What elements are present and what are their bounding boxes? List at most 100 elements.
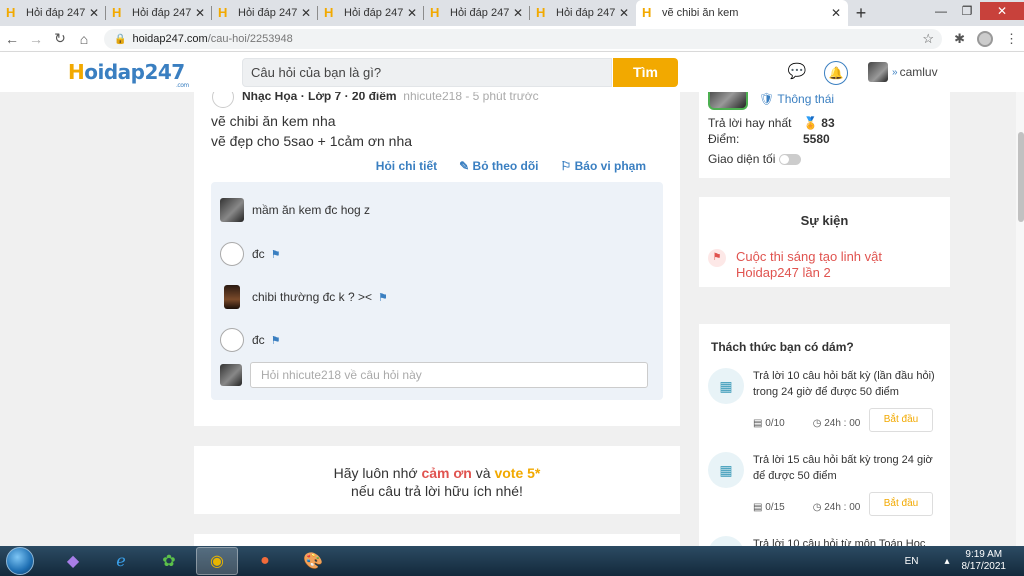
url-host: hoidap247.com: [132, 33, 208, 45]
comment-item: mầm ăn kem đc hog z: [220, 198, 370, 222]
best-answers-value: 🏅 83: [803, 116, 835, 130]
clock[interactable]: 9:19 AM 8/17/2021: [962, 549, 1007, 573]
clock-date: 8/17/2021: [961, 561, 1007, 572]
chat-icon[interactable]: 💬: [785, 61, 809, 85]
user-menu[interactable]: » camluv: [868, 62, 938, 82]
browser-tab[interactable]: H Hỏi đáp 247 - ✕: [424, 0, 530, 26]
flag-icon: ⚑: [708, 249, 726, 267]
avatar[interactable]: [708, 92, 748, 110]
start-button[interactable]: [6, 547, 34, 575]
grade-label[interactable]: Lớp 7: [308, 92, 341, 103]
close-icon[interactable]: ✕: [194, 6, 206, 20]
site-favicon-icon: H: [642, 5, 652, 20]
clock-time: 9:19 AM: [965, 549, 1003, 560]
close-icon[interactable]: ✕: [300, 6, 312, 20]
scrollbar-thumb[interactable]: [1018, 132, 1024, 222]
reload-icon[interactable]: ↻: [48, 30, 72, 47]
event-label: Cuộc thi sáng tạo linh vật Hoidap247 lần…: [736, 249, 882, 280]
grid-icon: ▦: [708, 368, 744, 404]
url-field[interactable]: 🔒 hoidap247.com/cau-hoi/2253948 ☆: [104, 29, 942, 49]
avatar[interactable]: [220, 198, 244, 222]
chrome-icon[interactable]: ◉: [196, 547, 238, 575]
question-actions: Hỏi chi tiết ✎ Bỏ theo dõi ⚐ Báo vi phạm: [376, 159, 646, 173]
search-input[interactable]: Câu hỏi của bạn là gì?: [242, 58, 612, 87]
paint-palette-icon[interactable]: 🎨: [292, 547, 334, 575]
browser-tab[interactable]: H Hỏi đáp 247 - ✕: [106, 0, 212, 26]
tray-arrow-icon[interactable]: ▴: [944, 556, 949, 567]
subject-label[interactable]: Nhạc Họa: [242, 92, 297, 103]
browser-tab[interactable]: H Hỏi đáp 247 - ✕: [318, 0, 424, 26]
unfollow-link[interactable]: ✎ Bỏ theo dõi: [459, 159, 538, 173]
bell-icon[interactable]: 🔔: [824, 61, 848, 85]
flag-icon[interactable]: ⚑: [378, 291, 388, 304]
internet-explorer-icon[interactable]: ℯ: [100, 547, 142, 575]
minimize-icon[interactable]: —: [928, 2, 954, 20]
subject-icon: [212, 92, 234, 108]
close-icon[interactable]: ✕: [406, 6, 418, 20]
lock-icon: 🔒: [114, 33, 127, 45]
bookmark-star-icon[interactable]: ☆: [922, 31, 934, 47]
dark-mode-toggle[interactable]: [779, 154, 802, 166]
question-meta: Nhạc Họa · Lớp 7 · 20 điểm nhicute218 - …: [212, 92, 539, 108]
browser-tab-active[interactable]: Hvẽ chibi ăn kem ✕: [636, 0, 848, 26]
avatar[interactable]: [220, 328, 244, 352]
event-item[interactable]: ⚑ Cuộc thi sáng tạo linh vật Hoidap247 l…: [708, 249, 944, 281]
menu-icon[interactable]: ⋮: [1005, 31, 1018, 47]
search-button[interactable]: Tìm: [613, 58, 678, 87]
comment-text: chibi thường đc k ? ><: [252, 290, 372, 304]
window-close-icon[interactable]: ✕: [980, 2, 1024, 20]
close-icon[interactable]: ✕: [512, 6, 524, 20]
close-icon[interactable]: ✕: [830, 6, 842, 20]
tab-title: Hỏi đáp 247 -: [450, 7, 512, 19]
site-logo[interactable]: Hoidap247 .com: [68, 60, 189, 89]
logo-suffix: .com: [176, 82, 189, 89]
thanks-text: cảm ơn: [421, 465, 472, 481]
site-favicon-icon: H: [430, 5, 440, 20]
app-green-icon[interactable]: ✿: [148, 547, 190, 575]
grid-icon: ▦: [708, 536, 744, 546]
flag-icon[interactable]: ⚑: [271, 248, 281, 261]
timer-value: 24h : 00: [824, 502, 861, 513]
timer: ◷ 24h : 00: [812, 502, 861, 513]
grid-icon: ▦: [708, 452, 744, 488]
avatar[interactable]: [224, 285, 240, 309]
extensions-icon[interactable]: ✱: [954, 31, 965, 47]
challenge-text: Trả lời 10 câu hỏi từ môn Toán Học: [753, 538, 926, 546]
forward-icon[interactable]: →: [24, 31, 48, 47]
start-button[interactable]: Bắt đầu: [869, 492, 933, 516]
browser-tab[interactable]: H Hỏi đáp 247 - ✕: [530, 0, 636, 26]
report-label: Báo vi phạm: [574, 159, 646, 173]
rank-status: 🛡 Thông thái: [759, 92, 834, 106]
vote-text: vote 5*: [494, 465, 541, 481]
best-answers-count: 83: [821, 116, 835, 130]
ask-detail-link[interactable]: Hỏi chi tiết: [376, 159, 437, 173]
tab-title: vẽ chibi ăn kem: [662, 7, 739, 19]
home-icon[interactable]: ⌂: [72, 31, 96, 47]
username: camluv: [899, 65, 938, 79]
avatar[interactable]: [220, 242, 244, 266]
progress-value: 0/10: [765, 418, 785, 429]
close-icon[interactable]: ✕: [618, 6, 630, 20]
start-button[interactable]: Bắt đầu: [869, 408, 933, 432]
profile-icon[interactable]: [977, 31, 993, 47]
language-indicator[interactable]: EN: [905, 556, 919, 567]
events-title: Sự kiện: [800, 213, 849, 228]
points-label: Điểm:: [708, 132, 740, 146]
paint-icon[interactable]: ●: [244, 547, 286, 575]
site-favicon-icon: H: [218, 5, 228, 20]
visual-studio-icon[interactable]: ◆: [52, 547, 94, 575]
site-header: Hoidap247 .com Câu hỏi của bạn là gì? Tìm…: [0, 52, 1024, 92]
site-favicon-icon: H: [536, 5, 546, 20]
browser-tab[interactable]: H Hỏi đáp 247 - ✕: [0, 0, 106, 26]
reply-input[interactable]: Hỏi nhicute218 về câu hỏi này: [250, 362, 648, 388]
maximize-icon[interactable]: ❐: [954, 2, 980, 20]
back-icon[interactable]: ←: [0, 31, 24, 47]
new-tab-icon[interactable]: +: [848, 0, 874, 26]
browser-tab[interactable]: H Hỏi đáp 247 - ✕: [212, 0, 318, 26]
url-path: /cau-hoi/2253948: [207, 33, 293, 45]
page-content: Nhạc Họa · Lớp 7 · 20 điểm nhicute218 - …: [0, 92, 1024, 546]
close-icon[interactable]: ✕: [88, 6, 100, 20]
chevron-down-icon: »: [892, 66, 898, 78]
report-link[interactable]: ⚐ Báo vi phạm: [561, 159, 646, 173]
flag-icon[interactable]: ⚑: [271, 334, 281, 347]
